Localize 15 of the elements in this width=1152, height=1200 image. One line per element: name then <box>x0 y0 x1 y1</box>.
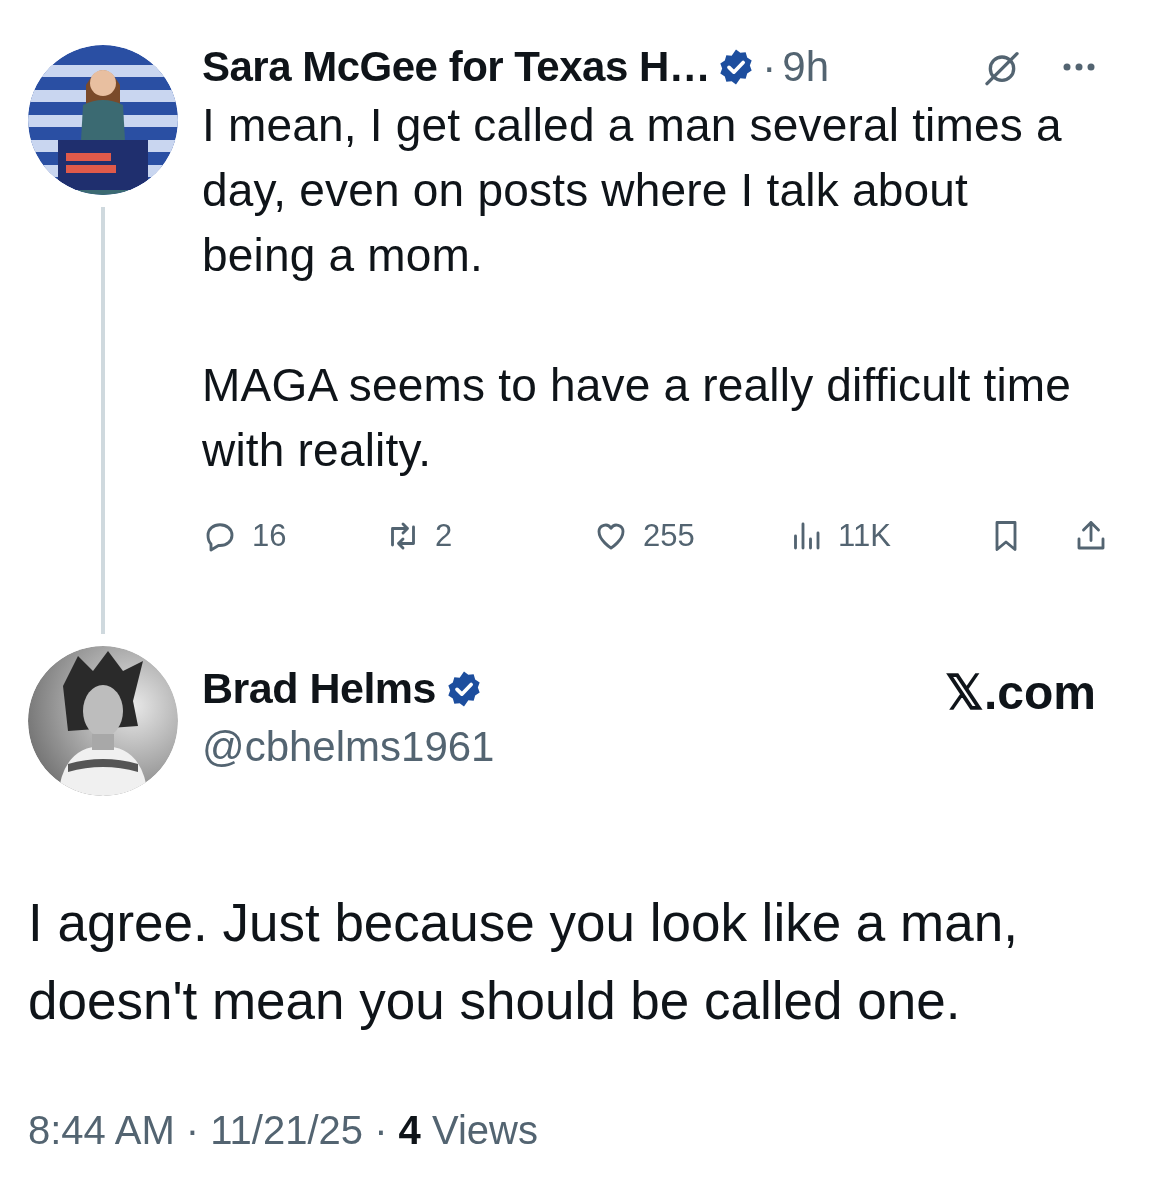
post-text: I mean, I get called a man several times a day, even on posts where I talk about being a mom. <box>202 98 1063 283</box>
action-count: 2 <box>435 518 453 554</box>
separator-dot: · <box>762 43 777 91</box>
more-icon[interactable] <box>1062 62 1096 72</box>
action-count: 11K <box>838 518 891 554</box>
author-name[interactable]: Brad Helms <box>202 664 436 713</box>
action-count: 255 <box>643 518 695 554</box>
reply-text: I agree. Just because you look like a man, doesn't mean you should be called one. <box>28 892 1019 1032</box>
author-name[interactable]: Sara McGee for Texas H… <box>202 43 711 91</box>
post-time[interactable]: 9h <box>782 43 829 91</box>
author-handle[interactable]: @cbhelms1961 <box>202 723 921 771</box>
site-label: 𝕏.com <box>944 665 1096 720</box>
post-timestamp: 8:44 AM · 11/21/25 · 4 Views <box>28 1108 539 1153</box>
action-count: 16 <box>252 518 287 554</box>
post-text: MAGA seems to have a really difficult time with reality. <box>202 358 1073 478</box>
